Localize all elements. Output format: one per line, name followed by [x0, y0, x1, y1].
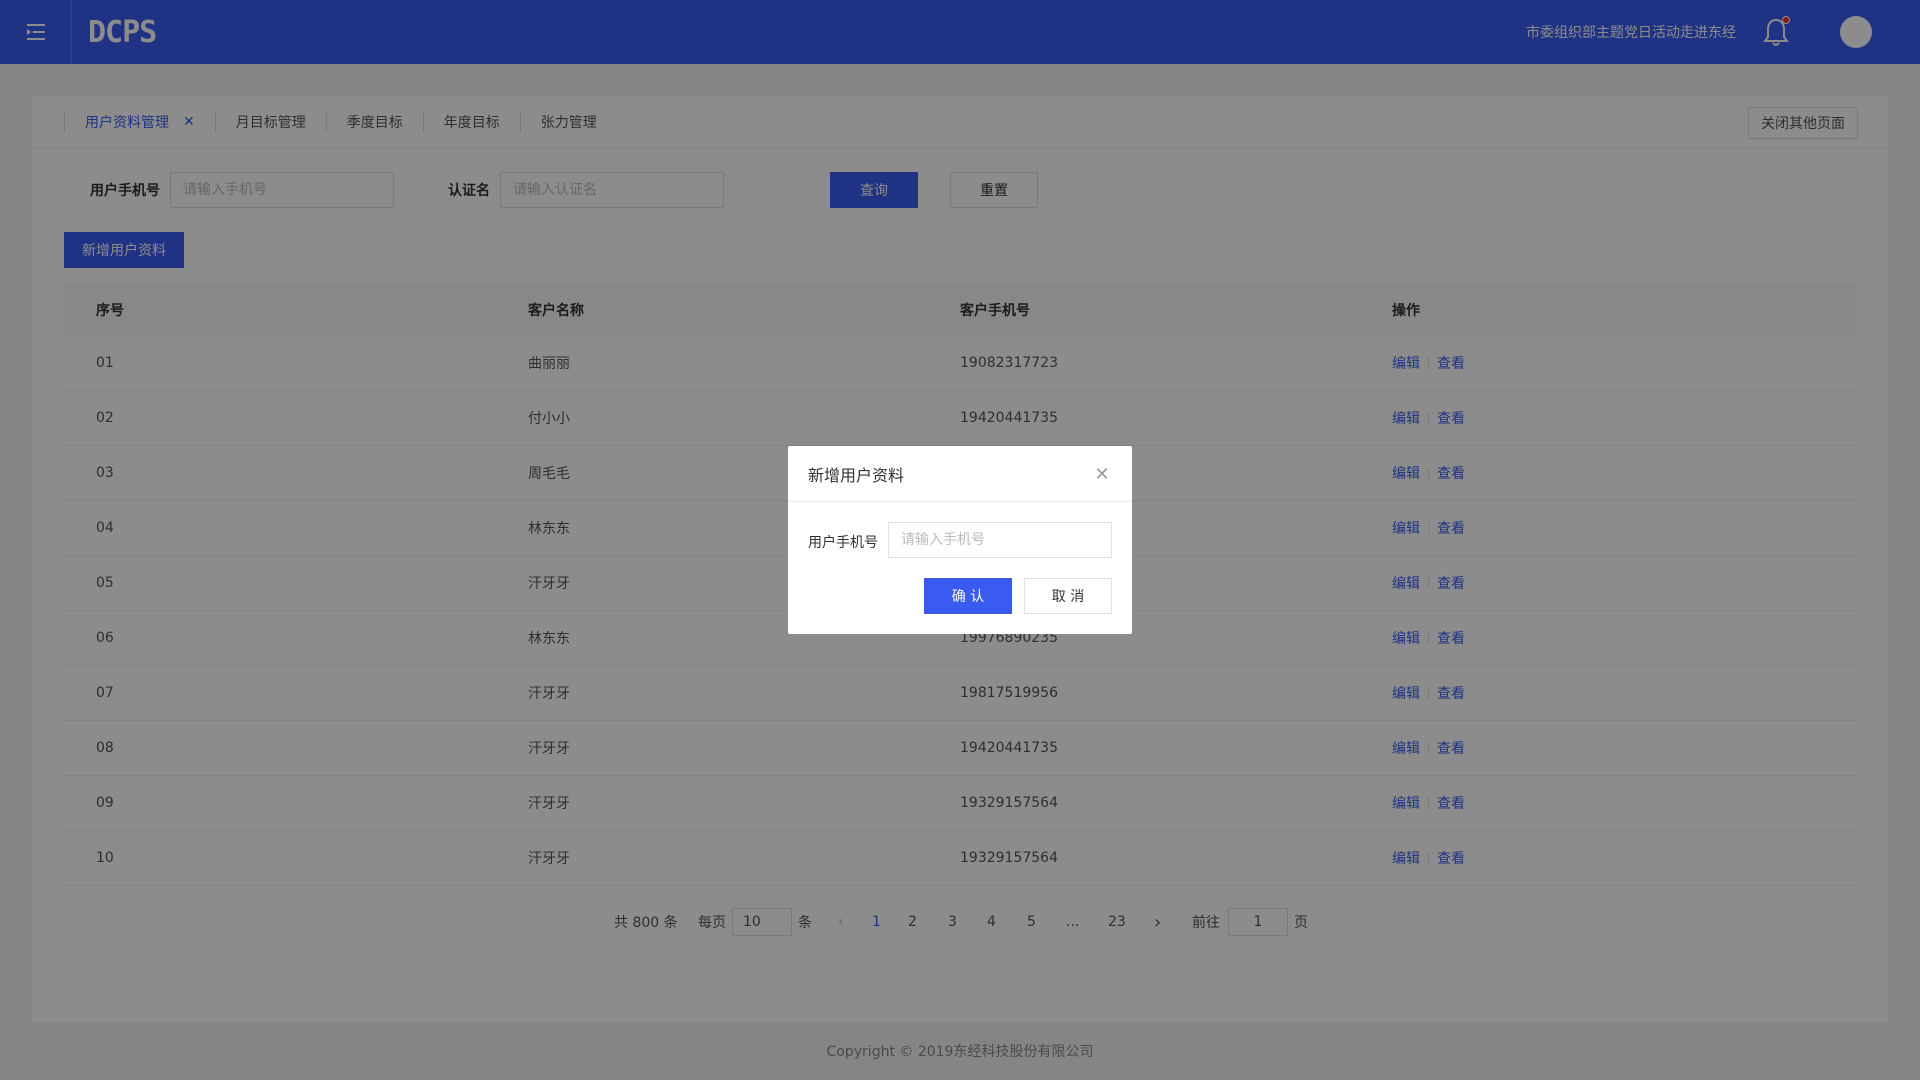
dialog-title: 新增用户资料: [808, 465, 905, 485]
cancel-button[interactable]: 取 消: [1024, 578, 1112, 614]
dialog-header: 新增用户资料 ✕: [788, 446, 1132, 502]
add-user-dialog: 新增用户资料 ✕ 用户手机号 确 认 取 消: [788, 446, 1132, 634]
confirm-button[interactable]: 确 认: [924, 578, 1012, 614]
dialog-phone-input[interactable]: [888, 522, 1112, 558]
close-icon[interactable]: ✕: [1092, 464, 1112, 485]
dialog-phone-label: 用户手机号: [808, 535, 878, 551]
